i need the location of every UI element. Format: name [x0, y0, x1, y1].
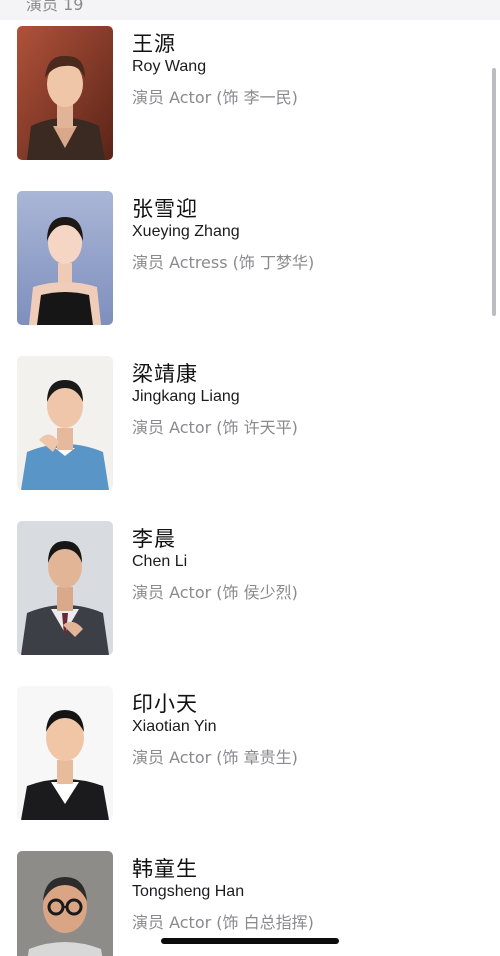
actor-name-chinese: 李晨 [132, 527, 176, 551]
actor-role: 演员 Actor (饰 李一民) [132, 88, 298, 107]
actor-role: 演员 Actor (饰 章贵生) [132, 748, 298, 767]
cast-row[interactable]: 王源 Roy Wang 演员 Actor (饰 李一民) [0, 0, 500, 165]
actor-photo [17, 686, 113, 820]
section-header-label: 演员 19 [26, 0, 84, 14]
home-indicator[interactable] [161, 938, 339, 944]
actor-photo [17, 356, 113, 490]
actor-name-chinese: 印小天 [132, 692, 198, 716]
actor-photo [17, 191, 113, 325]
actor-portrait-icon [17, 686, 113, 820]
actor-name-english: Tongsheng Han [132, 883, 245, 900]
section-header: 演员 19 [0, 0, 500, 20]
actor-role: 演员 Actor (饰 白总指挥) [132, 913, 314, 932]
actor-name-chinese: 张雪迎 [132, 197, 198, 221]
actor-name-chinese: 梁靖康 [132, 362, 198, 386]
actor-name-english: Roy Wang [132, 58, 207, 75]
cast-row[interactable]: 梁靖康 Jingkang Liang 演员 Actor (饰 许天平) [0, 330, 500, 495]
actor-name-english: Xiaotian Yin [132, 718, 217, 735]
actor-photo [17, 521, 113, 655]
actor-role: 演员 Actor (饰 侯少烈) [132, 583, 298, 602]
actor-portrait-icon [17, 521, 113, 655]
actor-name-english: Xueying Zhang [132, 223, 240, 240]
actor-photo [17, 851, 113, 956]
actor-name-chinese: 王源 [132, 32, 176, 56]
cast-row[interactable]: 印小天 Xiaotian Yin 演员 Actor (饰 章贵生) [0, 660, 500, 825]
cast-row[interactable]: 张雪迎 Xueying Zhang 演员 Actress (饰 丁梦华) [0, 165, 500, 330]
actor-portrait-icon [17, 356, 113, 490]
actor-name-chinese: 韩童生 [132, 857, 198, 881]
cast-row[interactable]: 李晨 Chen Li 演员 Actor (饰 侯少烈) [0, 495, 500, 660]
actress-portrait-icon [17, 191, 113, 325]
actor-photo [17, 26, 113, 160]
cast-row[interactable]: 韩童生 Tongsheng Han 演员 Actor (饰 白总指挥) [0, 825, 500, 956]
cast-list-screen: 演员 19 王源 Roy Wang 演员 Actor (饰 李一民) 张雪迎 X… [0, 0, 500, 956]
vertical-scrollbar[interactable] [492, 68, 496, 316]
actor-portrait-icon [17, 851, 113, 956]
actor-role: 演员 Actor (饰 许天平) [132, 418, 298, 437]
actor-role: 演员 Actress (饰 丁梦华) [132, 253, 315, 272]
actor-name-english: Jingkang Liang [132, 388, 240, 405]
actor-name-english: Chen Li [132, 553, 188, 570]
actor-portrait-icon [17, 26, 113, 160]
